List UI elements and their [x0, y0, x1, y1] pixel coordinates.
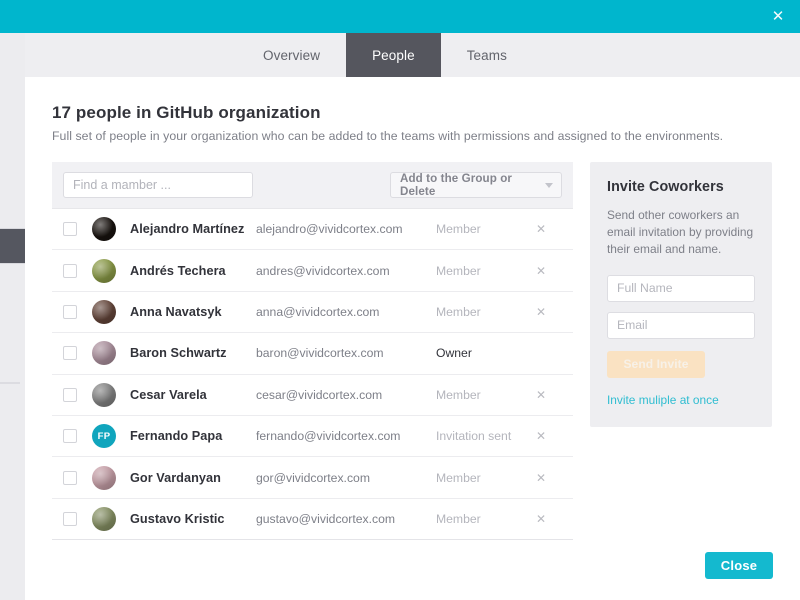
table-row[interactable]: Baron Schwartzbaron@vividcortex.comOwner [52, 333, 573, 374]
person-role: Member [436, 512, 528, 526]
person-name: Cesar Varela [130, 388, 256, 402]
page-subtitle: Full set of people in your organization … [52, 129, 723, 143]
people-panel: Add to the Group or Delete Alejandro Mar… [52, 162, 573, 540]
remove-person-icon[interactable]: ✕ [528, 264, 554, 278]
row-checkbox[interactable] [63, 346, 77, 360]
row-checkbox[interactable] [63, 388, 77, 402]
person-email: baron@vividcortex.com [256, 346, 436, 360]
table-row[interactable]: Cesar Varelacesar@vividcortex.comMember✕ [52, 375, 573, 416]
background-sidebar-divider [0, 382, 20, 384]
person-role: Owner [436, 346, 528, 360]
remove-person-icon[interactable]: ✕ [528, 512, 554, 526]
tab-bar: Overview People Teams [25, 33, 800, 77]
row-checkbox[interactable] [63, 222, 77, 236]
chevron-down-icon [545, 183, 553, 188]
remove-person-icon[interactable]: ✕ [528, 222, 554, 236]
avatar [92, 383, 116, 407]
table-row[interactable]: Andrés Techeraandres@vividcortex.comMemb… [52, 250, 573, 291]
group-action-label: Add to the Group or Delete [400, 172, 545, 198]
table-row[interactable]: Gustavo Kristicgustavo@vividcortex.comMe… [52, 499, 573, 540]
avatar [92, 341, 116, 365]
row-checkbox[interactable] [63, 305, 77, 319]
close-icon[interactable]: ✕ [768, 7, 788, 27]
tab-overview-label: Overview [263, 48, 320, 63]
invite-panel-title: Invite Coworkers [607, 179, 755, 195]
invite-multiple-link[interactable]: Invite muliple at once [607, 393, 755, 407]
background-sidebar-active-item [0, 228, 26, 264]
person-role: Member [436, 305, 528, 319]
row-checkbox[interactable] [63, 264, 77, 278]
person-email: fernando@vividcortex.com [256, 429, 436, 443]
app-root: ✕ Overview People Teams 17 people in Git… [0, 0, 800, 600]
table-row[interactable]: Alejandro Martínezalejandro@vividcortex.… [52, 209, 573, 250]
person-name: Gor Vardanyan [130, 471, 256, 485]
person-role: Member [436, 471, 528, 485]
tab-people-label: People [372, 48, 415, 63]
remove-person-icon[interactable]: ✕ [528, 305, 554, 319]
person-name: Gustavo Kristic [130, 512, 256, 526]
close-button[interactable]: Close [705, 552, 773, 579]
search-input[interactable] [63, 172, 253, 198]
remove-person-icon[interactable]: ✕ [528, 471, 554, 485]
email-field[interactable] [607, 312, 755, 339]
person-name: Alejandro Martínez [130, 222, 256, 236]
person-role: Member [436, 264, 528, 278]
avatar [92, 300, 116, 324]
avatar-initials: FP [92, 424, 116, 448]
person-name: Andrés Techera [130, 264, 256, 278]
table-row[interactable]: FP Fernando Papafernando@vividcortex.comI… [52, 416, 573, 457]
person-role: Invitation sent [436, 429, 528, 443]
tab-overview[interactable]: Overview [237, 33, 346, 77]
person-email: gor@vividcortex.com [256, 471, 436, 485]
avatar [92, 259, 116, 283]
full-name-field[interactable] [607, 275, 755, 302]
person-email: alejandro@vividcortex.com [256, 222, 436, 236]
invite-panel-description: Send other coworkers an email invitation… [607, 207, 755, 258]
table-row[interactable]: Gor Vardanyangor@vividcortex.comMember✕ [52, 457, 573, 498]
person-name: Baron Schwartz [130, 346, 256, 360]
person-role: Member [436, 388, 528, 402]
person-email: gustavo@vividcortex.com [256, 512, 436, 526]
tab-people[interactable]: People [346, 33, 441, 77]
row-checkbox[interactable] [63, 471, 77, 485]
person-email: anna@vividcortex.com [256, 305, 436, 319]
remove-person-icon[interactable]: ✕ [528, 388, 554, 402]
row-checkbox[interactable] [63, 512, 77, 526]
background-sidebar [0, 33, 25, 600]
send-invite-button[interactable]: Send Invite [607, 351, 705, 378]
person-email: cesar@vividcortex.com [256, 388, 436, 402]
remove-person-icon[interactable]: ✕ [528, 429, 554, 443]
person-name: Fernando Papa [130, 429, 256, 443]
avatar [92, 466, 116, 490]
person-email: andres@vividcortex.com [256, 264, 436, 278]
people-list: Alejandro Martínezalejandro@vividcortex.… [52, 208, 573, 540]
table-row[interactable]: Anna Navatsykanna@vividcortex.comMember✕ [52, 292, 573, 333]
row-checkbox[interactable] [63, 429, 77, 443]
invite-coworkers-panel: Invite Coworkers Send other coworkers an… [590, 162, 772, 427]
tab-teams-label: Teams [467, 48, 507, 63]
page-title: 17 people in GitHub organization [52, 103, 321, 123]
group-action-dropdown[interactable]: Add to the Group or Delete [390, 172, 562, 198]
person-name: Anna Navatsyk [130, 305, 256, 319]
tab-teams[interactable]: Teams [441, 33, 533, 77]
modal-content: 17 people in GitHub organization Full se… [25, 77, 800, 600]
modal-titlebar: ✕ [0, 0, 800, 33]
list-toolbar: Add to the Group or Delete [52, 162, 573, 208]
avatar [92, 507, 116, 531]
person-role: Member [436, 222, 528, 236]
avatar [92, 217, 116, 241]
